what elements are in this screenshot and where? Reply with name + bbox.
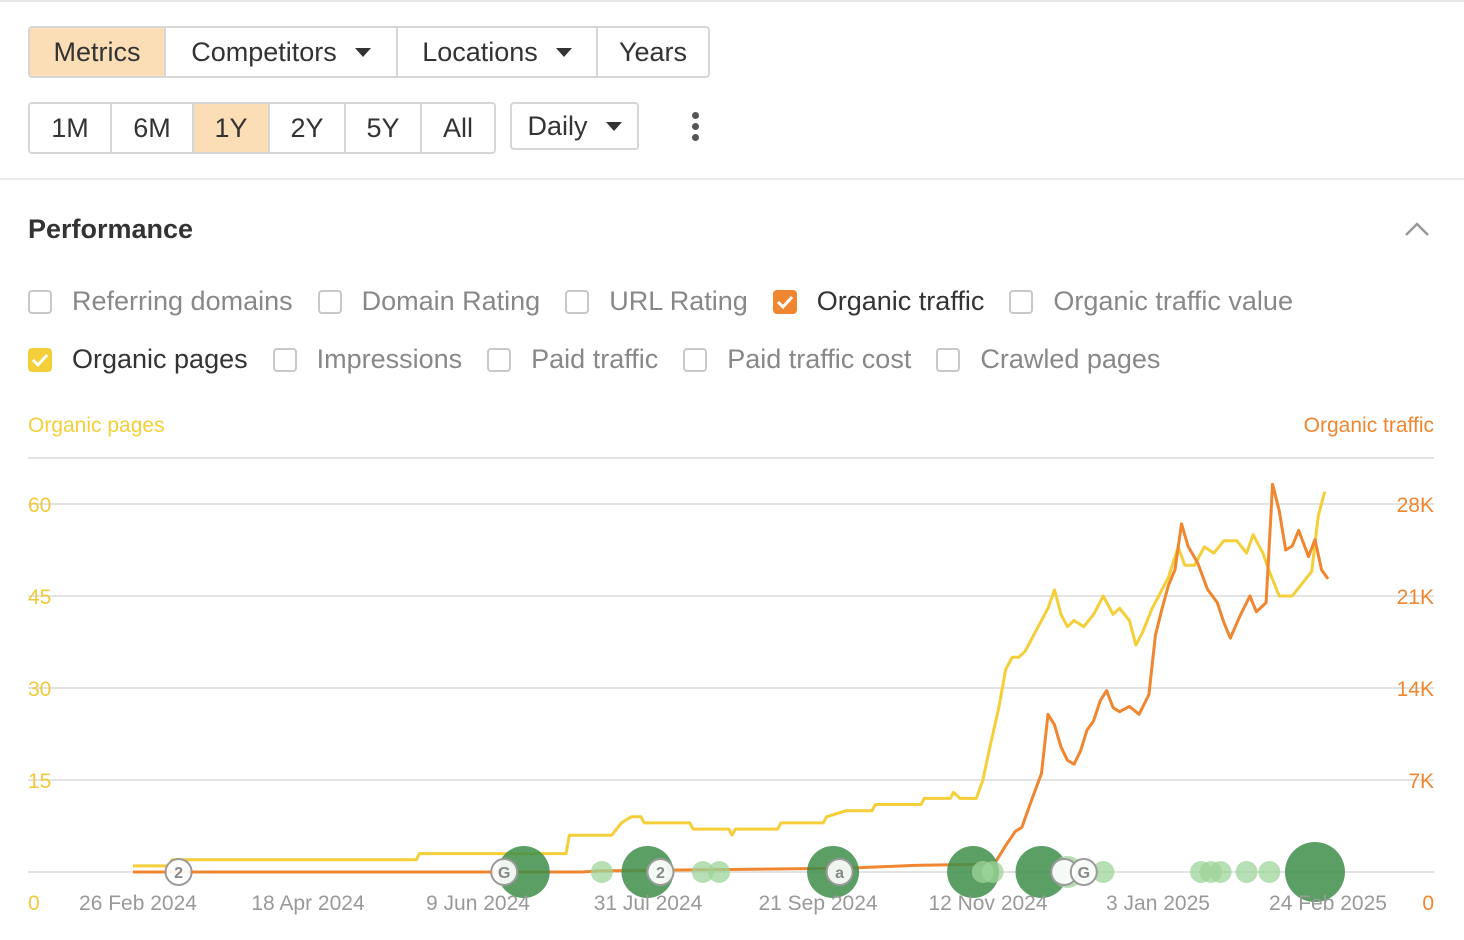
range-label: 6M bbox=[133, 112, 171, 143]
checkbox-empty-icon bbox=[936, 347, 961, 372]
checkbox-empty-icon bbox=[1009, 289, 1034, 314]
annotation-badge-label: G bbox=[1078, 865, 1090, 882]
annotation-marker bbox=[1209, 861, 1232, 883]
top-divider bbox=[0, 0, 1464, 2]
checkbox-empty-icon bbox=[683, 347, 708, 372]
checkbox-empty-icon bbox=[272, 347, 297, 372]
tab-competitors[interactable]: Competitors bbox=[166, 28, 398, 76]
annotation-marker bbox=[708, 861, 731, 883]
left-axis-title: Organic pages bbox=[28, 414, 165, 437]
tab-years[interactable]: Years bbox=[598, 28, 708, 76]
x-axis-tick: 12 Nov 2024 bbox=[928, 892, 1047, 915]
interval-label: Daily bbox=[527, 110, 588, 141]
annotation-marker bbox=[1258, 861, 1281, 883]
x-axis-tick: 31 Jul 2024 bbox=[594, 892, 703, 915]
x-axis-tick: 21 Sep 2024 bbox=[758, 892, 877, 915]
tab-label: Years bbox=[618, 36, 688, 67]
x-axis-tick: 18 Apr 2024 bbox=[251, 892, 365, 915]
metric-checkbox-label: Organic pages bbox=[72, 344, 248, 374]
metric-checkbox-row-2: Organic pages Impressions Paid traffic Paid… bbox=[28, 344, 1160, 375]
range-2y[interactable]: 2Y bbox=[270, 104, 346, 152]
checkbox-empty-icon bbox=[565, 289, 590, 314]
metric-checkbox-organic-pages[interactable]: Organic pages bbox=[28, 344, 248, 375]
metric-checkbox-label: Paid traffic cost bbox=[727, 344, 912, 374]
checkbox-empty-icon bbox=[28, 289, 52, 314]
range-label: 1M bbox=[51, 112, 89, 143]
x-axis-tick: 24 Feb 2025 bbox=[1269, 892, 1387, 915]
metric-checkbox-label: Organic traffic value bbox=[1053, 286, 1293, 316]
metric-checkbox-label: Referring domains bbox=[72, 286, 293, 316]
metric-checkbox-organic-traffic[interactable]: Organic traffic bbox=[772, 286, 985, 317]
metric-checkbox-label: URL Rating bbox=[609, 286, 748, 316]
range-label: All bbox=[442, 112, 473, 143]
series-line-organic-traffic bbox=[133, 482, 1330, 874]
checkbox-empty-icon bbox=[317, 289, 342, 314]
series-line-organic-pages bbox=[133, 491, 1327, 868]
annotation-badge-label: 2 bbox=[174, 865, 183, 882]
range-6m[interactable]: 6M bbox=[112, 104, 194, 152]
right-axis-tick: 14K bbox=[1397, 678, 1434, 701]
x-axis-tick: 3 Jan 2025 bbox=[1106, 892, 1210, 915]
annotation-badge-label: 2 bbox=[656, 865, 665, 882]
range-label: 1Y bbox=[214, 112, 248, 143]
checkbox-checked-icon bbox=[28, 347, 52, 372]
metric-checkbox-label: Crawled pages bbox=[980, 344, 1161, 374]
tab-label: Metrics bbox=[53, 36, 141, 67]
annotation-marker bbox=[590, 861, 613, 883]
range-tabs: 1M 6M 1Y 2Y 5Y All bbox=[28, 102, 496, 154]
left-axis-tick: 45 bbox=[28, 586, 51, 609]
chevron-up-icon[interactable] bbox=[1404, 220, 1430, 238]
tab-label: Competitors bbox=[191, 36, 337, 67]
range-1y[interactable]: 1Y bbox=[194, 104, 270, 152]
range-label: 2Y bbox=[290, 112, 324, 143]
performance-chart: Organic pages Organic traffic 0 15 30 45 60 0 7K… bbox=[28, 414, 1434, 915]
annotation-marker bbox=[981, 861, 1004, 883]
tab-locations[interactable]: Locations bbox=[398, 28, 598, 76]
annotation-marker bbox=[1235, 861, 1258, 883]
section-title: Performance bbox=[28, 214, 194, 244]
chevron-down-icon bbox=[605, 121, 622, 131]
x-axis-tick: 26 Feb 2024 bbox=[79, 892, 197, 915]
checkbox-empty-icon bbox=[487, 347, 512, 372]
interval-dropdown[interactable]: Daily bbox=[510, 102, 639, 150]
right-axis-tick: 7K bbox=[1408, 770, 1434, 793]
annotation-badge-label: G bbox=[498, 865, 510, 882]
tab-metrics[interactable]: Metrics bbox=[30, 28, 166, 76]
x-axis-tick: 9 Jun 2024 bbox=[426, 892, 530, 915]
right-axis-tick: 0 bbox=[1422, 892, 1434, 915]
range-all[interactable]: All bbox=[422, 104, 494, 152]
metric-checkbox-paid-traffic[interactable]: Paid traffic bbox=[487, 344, 658, 375]
range-5y[interactable]: 5Y bbox=[346, 104, 422, 152]
metric-checkbox-label: Organic traffic bbox=[816, 286, 985, 316]
range-1m[interactable]: 1M bbox=[30, 104, 112, 152]
view-tabs: Metrics Competitors Locations Years bbox=[28, 26, 710, 78]
right-axis-title: Organic traffic bbox=[1304, 414, 1434, 437]
more-options-icon[interactable] bbox=[688, 112, 702, 144]
metric-checkbox-organic-traffic-value[interactable]: Organic traffic value bbox=[1009, 286, 1293, 317]
section-divider bbox=[0, 178, 1464, 180]
metric-checkbox-label: Domain Rating bbox=[361, 286, 541, 316]
annotation-badge-label: a bbox=[835, 865, 844, 882]
range-label: 5Y bbox=[366, 112, 400, 143]
tab-label: Locations bbox=[422, 36, 538, 67]
metric-checkbox-crawled-pages[interactable]: Crawled pages bbox=[936, 344, 1160, 375]
metric-checkbox-label: Impressions bbox=[316, 344, 463, 374]
chevron-down-icon bbox=[354, 47, 371, 57]
metric-checkbox-label: Paid traffic bbox=[531, 344, 659, 374]
left-axis-tick: 15 bbox=[28, 770, 51, 793]
metric-checkbox-paid-traffic-cost[interactable]: Paid traffic cost bbox=[683, 344, 911, 375]
left-axis-tick: 0 bbox=[28, 892, 40, 915]
left-axis-tick: 60 bbox=[28, 494, 51, 517]
metric-checkbox-row-1: Referring domains Domain Rating URL Rating… bbox=[28, 286, 1293, 317]
right-axis-tick: 28K bbox=[1397, 494, 1434, 517]
metric-checkbox-url-rating[interactable]: URL Rating bbox=[565, 286, 748, 317]
metric-checkbox-impressions[interactable]: Impressions bbox=[272, 344, 463, 375]
metric-checkbox-referring-domains[interactable]: Referring domains bbox=[28, 286, 293, 317]
metric-checkbox-domain-rating[interactable]: Domain Rating bbox=[317, 286, 541, 317]
left-axis-tick: 30 bbox=[28, 678, 51, 701]
chevron-down-icon bbox=[555, 47, 572, 57]
checkbox-checked-icon bbox=[772, 289, 797, 314]
right-axis-tick: 21K bbox=[1397, 586, 1434, 609]
